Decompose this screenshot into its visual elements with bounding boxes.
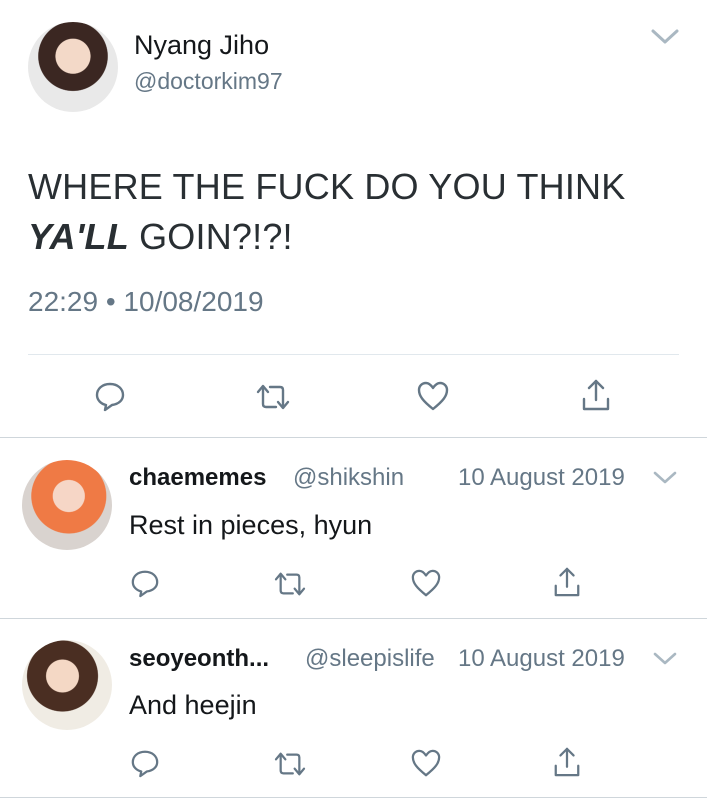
author-display-name[interactable]: Nyang Jiho bbox=[134, 30, 269, 61]
divider bbox=[0, 797, 707, 798]
reply-icon[interactable] bbox=[130, 748, 160, 778]
author-avatar[interactable] bbox=[28, 22, 118, 112]
like-icon[interactable] bbox=[410, 748, 442, 778]
chevron-down-icon[interactable] bbox=[650, 28, 680, 46]
retweet-icon[interactable] bbox=[254, 382, 292, 412]
chevron-down-icon[interactable] bbox=[652, 651, 678, 667]
reply-text: And heejin bbox=[129, 690, 257, 720]
like-icon[interactable] bbox=[416, 380, 450, 412]
share-icon[interactable] bbox=[552, 746, 582, 778]
like-icon[interactable] bbox=[410, 568, 442, 598]
reply-avatar[interactable] bbox=[22, 460, 112, 550]
divider bbox=[28, 354, 679, 355]
tweet-timestamp[interactable]: 22:29 • 10/08/2019 bbox=[28, 286, 264, 318]
share-icon[interactable] bbox=[552, 566, 582, 598]
reply-display-name[interactable]: chaememes bbox=[129, 464, 266, 492]
reply-icon[interactable] bbox=[130, 568, 160, 598]
reply-date[interactable]: 10 August 2019 bbox=[458, 645, 625, 673]
reply-avatar[interactable] bbox=[22, 640, 112, 730]
tweet-text-emphasis: YA'LL bbox=[28, 216, 129, 257]
reply-handle[interactable]: @sleepislife bbox=[305, 645, 435, 673]
retweet-icon[interactable] bbox=[272, 570, 308, 598]
divider bbox=[0, 437, 707, 438]
reply-icon[interactable] bbox=[94, 380, 126, 412]
retweet-icon[interactable] bbox=[272, 750, 308, 778]
tweet-text-line-2: YA'LL GOIN?!?! bbox=[28, 216, 293, 258]
share-icon[interactable] bbox=[580, 378, 612, 412]
reply-handle[interactable]: @shikshin bbox=[293, 464, 404, 492]
reply-text: Rest in pieces, hyun bbox=[129, 510, 373, 540]
chevron-down-icon[interactable] bbox=[652, 470, 678, 486]
tweet-text-line-1: WHERE THE FUCK DO YOU THINK bbox=[28, 166, 626, 207]
reply-display-name[interactable]: seoyeonth... bbox=[129, 645, 269, 673]
tweet-text-rest: GOIN?!?! bbox=[128, 216, 293, 257]
divider bbox=[0, 618, 707, 619]
author-handle[interactable]: @doctorkim97 bbox=[134, 68, 283, 95]
reply-date[interactable]: 10 August 2019 bbox=[458, 464, 625, 492]
